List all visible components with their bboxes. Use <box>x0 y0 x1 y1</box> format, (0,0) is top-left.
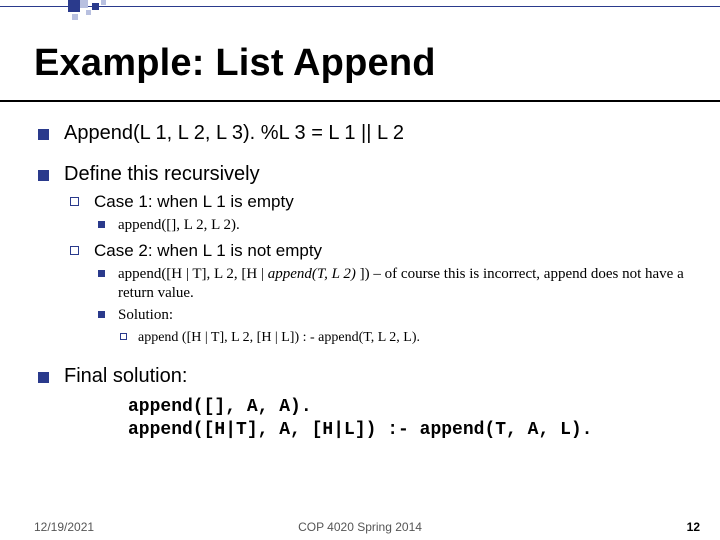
footer-course: COP 4020 Spring 2014 <box>298 520 422 534</box>
bullet-text-part1: append([H | T], L 2, [H | <box>118 266 268 282</box>
bullet-text: Case 1: when L 1 is empty <box>94 192 294 211</box>
footer-page-number: 12 <box>687 520 700 534</box>
bullet-text: Solution: <box>118 307 173 323</box>
slide-footer: 12/19/2021 COP 4020 Spring 2014 12 <box>0 514 720 534</box>
bullet-case2-solution-code: append ([H | T], L 2, [H | L]) : - appen… <box>118 329 686 347</box>
bullet-final-solution: Final solution: append([], A, A). append… <box>34 365 686 443</box>
slide-title: Example: List Append <box>34 42 436 85</box>
bullet-append-signature: Append(L 1, L 2, L 3). %L 3 = L 1 || L 2 <box>34 122 686 145</box>
bullet-text: Final solution: <box>64 365 187 387</box>
bullet-define-recursively: Define this recursively Case 1: when L 1… <box>34 163 686 347</box>
slide-body: Append(L 1, L 2, L 3). %L 3 = L 1 || L 2… <box>34 122 686 460</box>
bullet-case2-solution: Solution: append ([H | T], L 2, [H | L])… <box>96 306 686 346</box>
bullet-case2: Case 2: when L 1 is not empty append([H … <box>68 241 686 347</box>
title-rule <box>0 100 720 102</box>
bullet-case2-wrong: append([H | T], L 2, [H | append(T, L 2)… <box>96 265 686 303</box>
bullet-case1: Case 1: when L 1 is empty append([], L 2… <box>68 192 686 235</box>
bullet-case1-code: append([], L 2, L 2). <box>96 216 686 235</box>
bullet-text: Append(L 1, L 2, L 3). %L 3 = L 1 || L 2 <box>64 122 404 144</box>
final-solution-code: append([], A, A). append([H|T], A, [H|L]… <box>128 396 686 443</box>
code-line-1: append([], A, A). <box>128 397 312 417</box>
code-line-2: append([H|T], A, [H|L]) :- append(T, A, … <box>128 420 592 440</box>
bullet-text: append ([H | T], L 2, [H | L]) : - appen… <box>138 330 420 345</box>
bullet-text: append([], L 2, L 2). <box>118 217 240 233</box>
top-decoration <box>0 0 720 22</box>
slide: Example: List Append Append(L 1, L 2, L … <box>0 0 720 540</box>
footer-date: 12/19/2021 <box>34 520 94 534</box>
bullet-text-ital: append(T, L 2) <box>268 266 356 282</box>
bullet-text: Define this recursively <box>64 163 260 185</box>
bullet-text: Case 2: when L 1 is not empty <box>94 241 322 260</box>
